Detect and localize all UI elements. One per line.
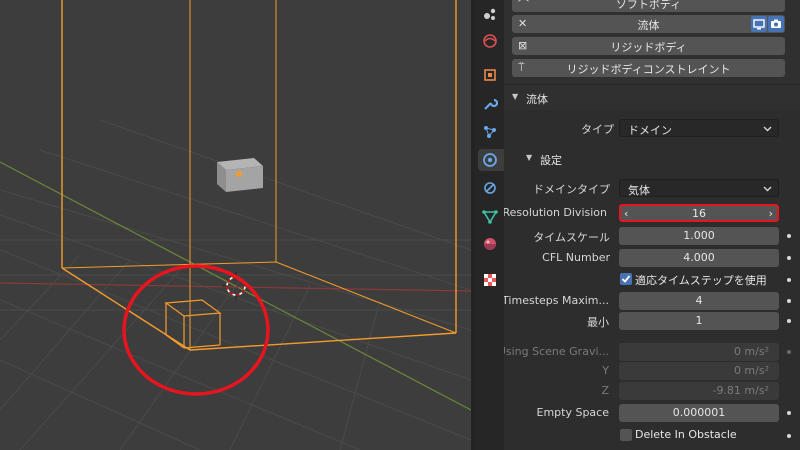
- cfl-number-label: CFL Number: [542, 251, 610, 264]
- keyframe-dot[interactable]: [787, 256, 791, 260]
- cfl-number-field[interactable]: 4.000: [619, 249, 779, 267]
- resolution-division-label: Resolution Division: [504, 206, 607, 219]
- gravity-z-field: -9.81 m/s²: [619, 382, 779, 400]
- tab-object[interactable]: [478, 64, 502, 86]
- timesteps-maximum-field[interactable]: 4: [619, 292, 779, 310]
- fluid-type-dropdown[interactable]: ドメイン: [619, 119, 779, 137]
- particles-icon: [484, 8, 496, 20]
- material-icon: [484, 238, 496, 250]
- monitor-icon: [753, 19, 765, 30]
- camera-icon: [771, 19, 781, 28]
- time-scale-label: タイムスケール: [533, 231, 610, 244]
- adaptive-timesteps-label[interactable]: 適応タイムステップを使用: [635, 272, 767, 288]
- rigid-body-constraint-button[interactable]: ⍡ リジッドボディコンストレイント: [512, 59, 785, 77]
- flow-object-cube: [217, 158, 263, 192]
- fluid-button[interactable]: ✕ 流体: [512, 15, 785, 33]
- fluid-type-label: タイプ: [581, 123, 614, 136]
- timesteps-minimum-label: 最小: [587, 316, 609, 329]
- rigid-body-button[interactable]: ⊠ リジッドボディ: [512, 37, 785, 55]
- section-separator: [504, 84, 800, 85]
- tab-object-data[interactable]: [478, 205, 502, 227]
- tab-particle-system[interactable]: [478, 121, 502, 143]
- timesteps-minimum-field[interactable]: 1: [619, 312, 779, 330]
- tab-modifiers[interactable]: [478, 93, 502, 115]
- keyframe-dot[interactable]: [787, 278, 791, 282]
- empty-space-label: Empty Space: [536, 406, 610, 419]
- render-toggle[interactable]: [768, 16, 784, 32]
- checker-texture-icon: [484, 274, 496, 286]
- particle-system-icon: [484, 126, 496, 138]
- chevron-down-icon: [763, 123, 772, 136]
- domain-type-label: ドメインタイプ: [533, 183, 610, 196]
- viewport-display-toggle[interactable]: [751, 16, 767, 32]
- physics-properties-panel: ⌒ ソフトボディ ✕ 流体 ⊠ リジッドボディ ⍡ リジッドボディコンストレイン…: [504, 0, 800, 450]
- settings-subpanel-header[interactable]: ▼ 設定: [504, 149, 800, 171]
- properties-tabs: [475, 0, 504, 450]
- object-icon: [484, 69, 496, 81]
- keyframe-dot[interactable]: [787, 319, 791, 323]
- gravity-y-field: 0 m/s²: [619, 362, 779, 380]
- highlight-circle: [122, 264, 270, 396]
- resolution-cell-cube: [164, 299, 222, 349]
- world-icon: [483, 34, 497, 48]
- delete-in-obstacle-label[interactable]: Delete In Obstacle: [635, 428, 737, 441]
- chevron-down-icon: [763, 183, 772, 196]
- checkmark-icon: [621, 275, 631, 283]
- constraint-tab-icon: [484, 182, 496, 194]
- keyframe-dot[interactable]: [787, 434, 791, 438]
- mesh-data-icon: [482, 210, 498, 224]
- gravity-x-field: 0 m/s²: [619, 343, 779, 361]
- domain-type-dropdown[interactable]: 気体: [619, 179, 779, 197]
- keyframe-dot[interactable]: [787, 299, 791, 303]
- empty-space-field[interactable]: 0.000001: [619, 404, 779, 422]
- fluid-panel-header[interactable]: ▼ 流体: [504, 88, 800, 110]
- x-axis-line: [0, 282, 471, 292]
- tab-texture[interactable]: [478, 269, 502, 291]
- soft-body-button[interactable]: ⌒ ソフトボディ: [512, 0, 785, 12]
- expand-triangle-icon: ▼: [526, 153, 533, 162]
- tab-physics[interactable]: [478, 149, 504, 171]
- gravity-y-label: Y: [602, 364, 609, 377]
- physics-icon: [483, 153, 497, 167]
- tab-material[interactable]: [478, 233, 502, 255]
- keyframe-dot[interactable]: [787, 411, 791, 415]
- gravity-z-label: Z: [601, 384, 609, 397]
- wrench-icon: [484, 98, 498, 110]
- adaptive-timesteps-checkbox[interactable]: [620, 273, 632, 285]
- viewport-scene: [0, 0, 471, 450]
- gravity-label: Using Scene Gravi...: [504, 345, 609, 358]
- tab-physics-world[interactable]: [478, 30, 502, 52]
- delete-in-obstacle-checkbox[interactable]: [620, 429, 632, 441]
- expand-triangle-icon: ▼: [512, 92, 519, 101]
- tab-constraints[interactable]: [478, 177, 502, 199]
- tab-particles[interactable]: [478, 3, 502, 25]
- y-axis-line: [0, 161, 471, 411]
- resolution-division-field[interactable]: ‹ 16 ›: [619, 204, 779, 222]
- 3d-viewport[interactable]: [0, 0, 471, 450]
- keyframe-dot[interactable]: [787, 234, 791, 238]
- increment-arrow-icon[interactable]: ›: [769, 207, 773, 220]
- keyframe-dot: [787, 350, 791, 354]
- timesteps-maximum-label: Timesteps Maxim...: [504, 294, 609, 307]
- time-scale-field[interactable]: 1.000: [619, 227, 779, 245]
